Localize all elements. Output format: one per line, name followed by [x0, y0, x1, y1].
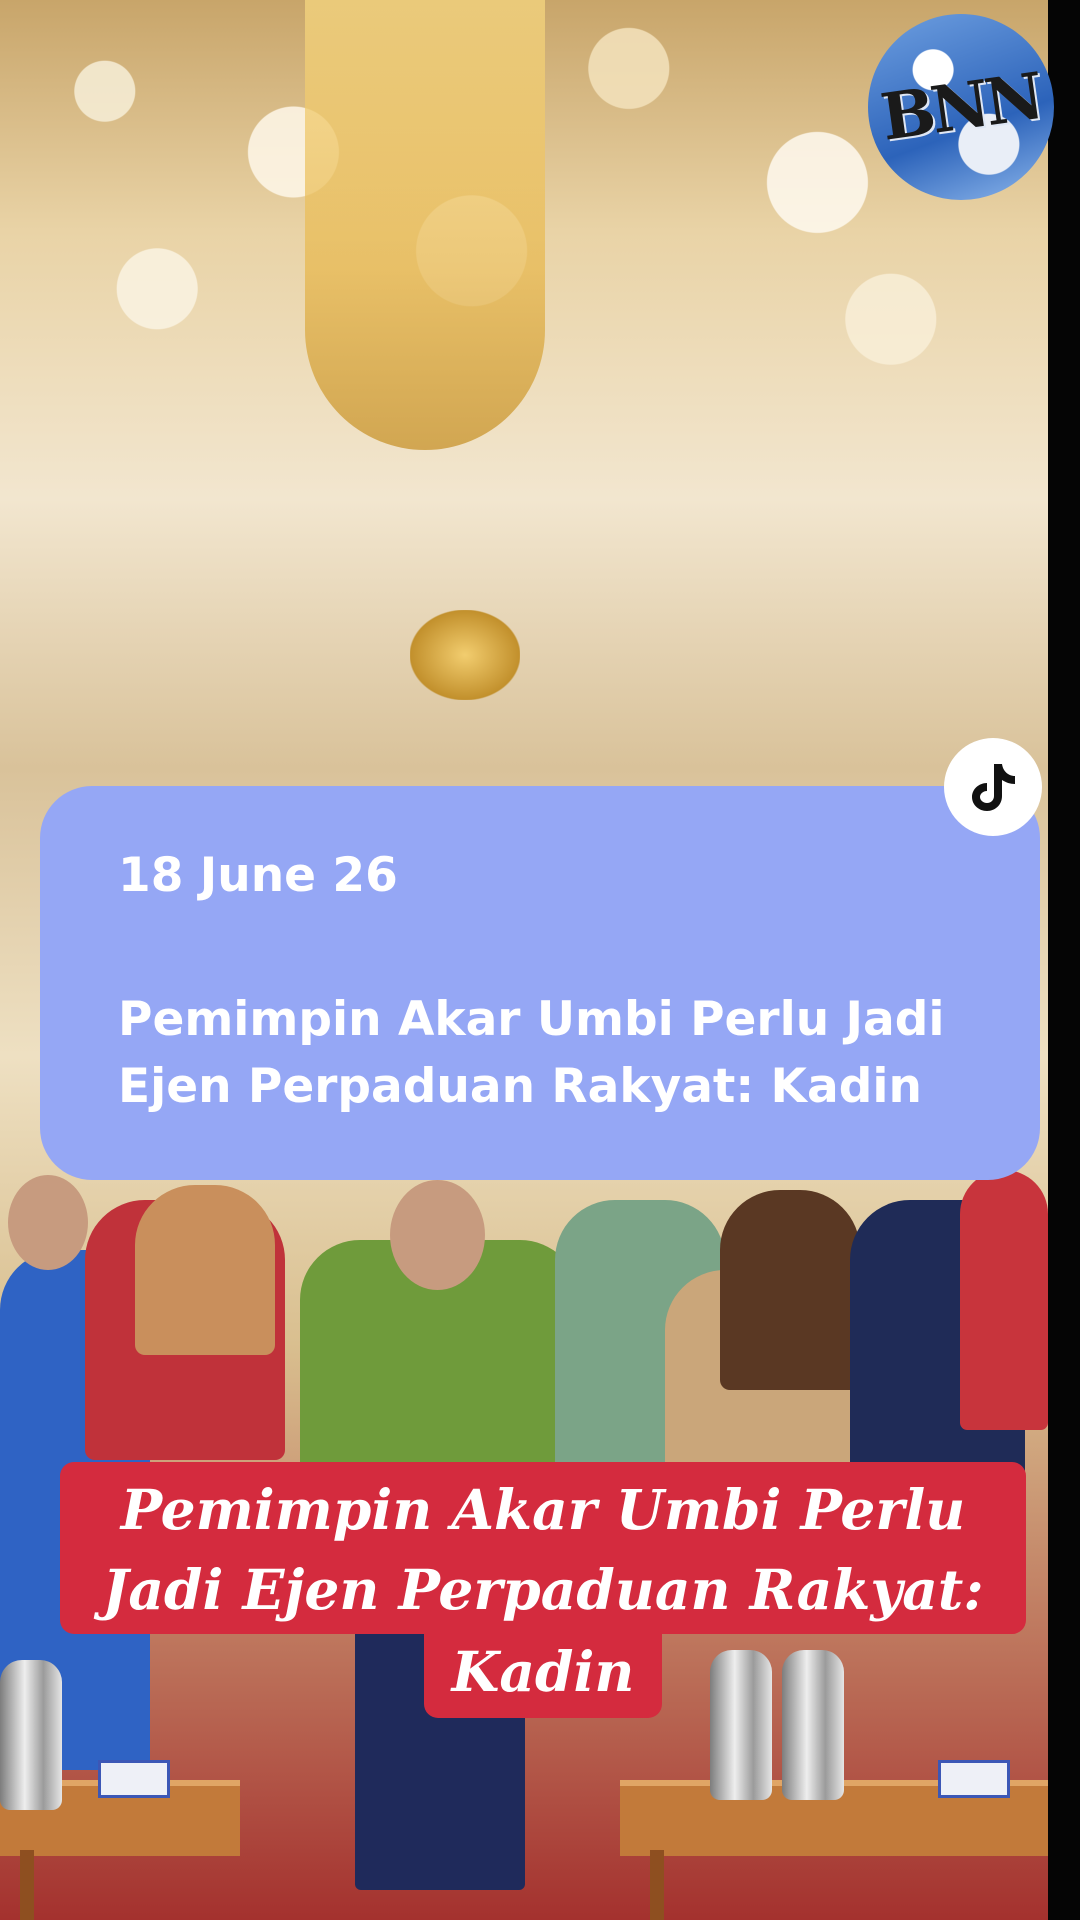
video-frame: BNN 18 June 26 Pemimpin Akar Umbi Perlu …: [0, 0, 1080, 1920]
chandelier: [305, 0, 545, 450]
small-chandelier: [410, 610, 520, 700]
right-edge-bar: [1048, 0, 1080, 1920]
card-title-line: Pemimpin Akar Umbi Perlu Jadi: [118, 992, 945, 1047]
thermos-flask: [0, 1660, 62, 1810]
headline-line: Jadi Ejen Perpaduan Rakyat:: [102, 1557, 984, 1622]
person-red-right: [960, 1170, 1048, 1430]
headline-line: Kadin: [423, 1632, 663, 1718]
table-leg: [650, 1850, 664, 1920]
card-title: Pemimpin Akar Umbi Perlu Jadi Ejen Perpa…: [118, 986, 998, 1120]
tiktok-icon[interactable]: [944, 738, 1042, 836]
card-title-line: Ejen Perpaduan Rakyat: Kadin: [118, 1059, 922, 1114]
tissue-box: [98, 1760, 170, 1798]
headline-block: Pemimpin Akar Umbi Perlu Jadi Ejen Perpa…: [60, 1462, 1026, 1634]
headline-caption: Pemimpin Akar Umbi Perlu Jadi Ejen Perpa…: [60, 1462, 1026, 1718]
table-leg: [20, 1850, 34, 1920]
info-card: 18 June 26 Pemimpin Akar Umbi Perlu Jadi…: [40, 786, 1040, 1180]
person-brown-hijab: [720, 1190, 860, 1390]
person-tan-hijab: [135, 1185, 275, 1355]
tissue-box: [938, 1760, 1010, 1798]
logo-text: BNN: [877, 58, 1045, 156]
card-date: 18 June 26: [118, 848, 398, 903]
person-head: [390, 1180, 485, 1290]
headline-line: Pemimpin Akar Umbi Perlu: [120, 1477, 966, 1542]
tiktok-note-icon: [972, 764, 1015, 811]
person-head: [8, 1175, 88, 1270]
bnn-logo: BNN: [868, 14, 1054, 200]
